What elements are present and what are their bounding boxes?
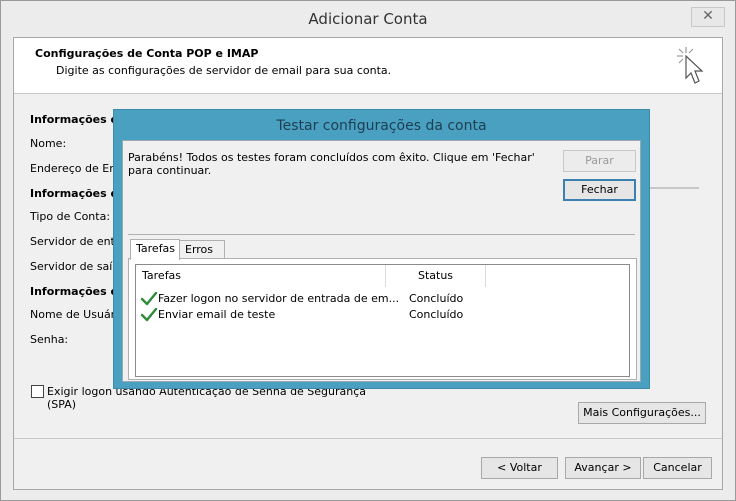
back-button[interactable]: < Voltar [481,457,558,479]
dialog-separator [128,234,635,235]
close-dialog-button[interactable]: Fechar [563,179,636,201]
section-user-info: Informações do [30,113,126,126]
username-label: Nome de Usuári [30,308,119,321]
task-row[interactable]: Enviar email de teste Concluído [136,307,629,323]
test-progress-track [649,187,699,189]
spa-checkbox[interactable] [31,385,44,398]
task-status: Concluído [409,292,464,305]
section-server-info: Informações do [30,187,126,200]
test-settings-dialog: Testar configurações da conta Parabéns! … [113,109,650,389]
outgoing-server-label: Servidor de saíd [30,260,120,273]
close-window-button[interactable]: ✕ [691,7,725,27]
more-settings-button[interactable]: Mais Configurações... [578,402,706,424]
stop-button[interactable]: Parar [563,150,636,172]
account-type-label: Tipo de Conta: [30,210,111,223]
dialog-client-area: Parabéns! Todos os testes foram concluíd… [122,140,641,382]
wizard-header: Configurações de Conta POP e IMAP Digite… [14,38,722,94]
title-bar: Adicionar Conta ✕ [1,1,735,37]
task-name: Enviar email de teste [158,308,276,321]
close-icon: ✕ [702,8,714,24]
check-icon [140,291,158,306]
success-message: Parabéns! Todos os testes foram concluíd… [128,151,535,177]
header-title: Configurações de Conta POP e IMAP [35,47,259,60]
incoming-server-label: Servidor de entr [30,235,120,248]
column-header-empty [486,265,629,287]
name-label: Nome: [30,137,67,150]
check-icon [140,307,158,322]
add-account-window: Adicionar Conta ✕ Configurações de Conta… [0,0,736,501]
task-status: Concluído [409,308,464,321]
footer-separator [14,438,722,439]
tab-tasks[interactable]: Tarefas [130,239,180,260]
column-header-tasks[interactable]: Tarefas [136,265,386,287]
tab-errors[interactable]: Erros [179,240,225,259]
dialog-title: Testar configurações da conta [276,118,487,134]
wizard-cursor-icon [677,47,704,84]
cancel-button[interactable]: Cancelar [643,457,712,479]
password-label: Senha: [30,333,69,346]
section-logon-info: Informações de [30,285,126,298]
task-name: Fazer logon no servidor de entrada de em… [158,292,400,305]
next-button[interactable]: Avançar > [565,457,641,479]
window-title: Adicionar Conta [308,10,428,28]
header-subtitle: Digite as configurações de servidor de e… [56,64,392,77]
tasks-list[interactable]: Tarefas Status Fazer logon no servidor d… [135,264,630,377]
email-label: Endereço de Em [30,162,120,175]
column-header-status[interactable]: Status [386,265,486,287]
task-row[interactable]: Fazer logon no servidor de entrada de em… [136,291,629,307]
tasks-tab-panel: Tarefas Status Fazer logon no servidor d… [128,258,637,380]
